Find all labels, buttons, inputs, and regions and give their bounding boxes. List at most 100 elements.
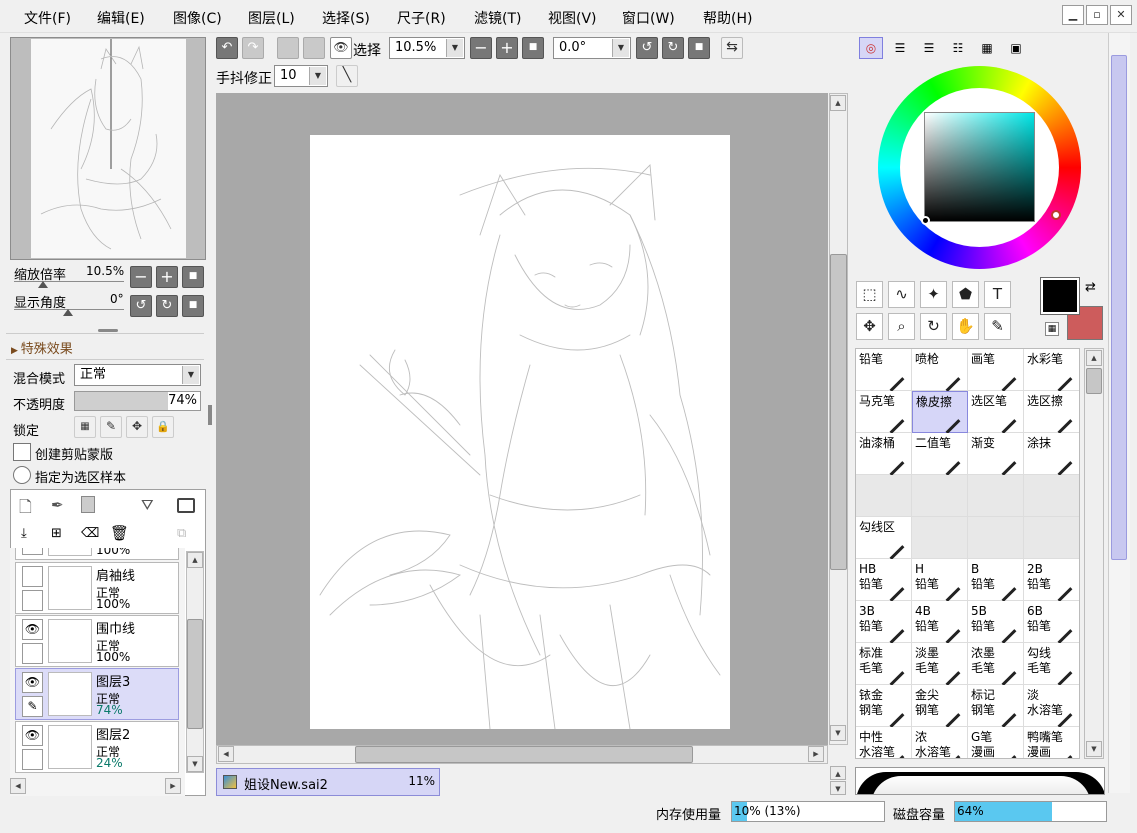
tool-button-move[interactable]: ✥ xyxy=(856,313,883,340)
menu-item-8[interactable]: 窗口(W) xyxy=(622,8,675,28)
effects-header[interactable]: ▶ 特殊效果 xyxy=(11,338,73,357)
brush-slot-empty[interactable] xyxy=(968,475,1024,517)
undo-button[interactable]: ↶ xyxy=(216,37,238,59)
tool-button-rotate[interactable]: ↻ xyxy=(920,313,947,340)
brush-slot[interactable]: 标准 毛笔 xyxy=(856,643,912,686)
right-panel-scrollbar[interactable] xyxy=(1108,33,1130,793)
visibility-toggle[interactable]: 👁 xyxy=(22,672,43,693)
primary-color-swatch[interactable] xyxy=(1040,277,1080,315)
brush-scroll-thumb[interactable] xyxy=(1086,368,1102,394)
brush-scroll-up[interactable]: ▲ xyxy=(1086,350,1102,366)
layer-scroll-thumb[interactable] xyxy=(187,619,203,729)
zoom-combo[interactable]: 10.5% ▼ xyxy=(389,37,465,59)
menu-item-6[interactable]: 滤镜(T) xyxy=(474,8,521,28)
nav-rotate-right-button[interactable]: ↻ xyxy=(156,295,178,317)
brush-slot[interactable]: 选区擦 xyxy=(1024,391,1079,434)
selection-sample-radio[interactable] xyxy=(13,466,31,484)
nav-zoom-out-button[interactable]: − xyxy=(130,266,152,288)
brush-slot[interactable]: 马克笔 xyxy=(856,391,912,434)
color-mode-button-3[interactable]: ☷ xyxy=(946,37,970,59)
color-mode-button-2[interactable]: ☰ xyxy=(917,37,941,59)
menu-item-3[interactable]: 图层(L) xyxy=(248,8,295,28)
brush-slot[interactable]: 勾线区 xyxy=(856,517,912,560)
clear-layer-button[interactable]: ⌫ xyxy=(81,526,99,541)
brush-slot[interactable]: 铅笔 xyxy=(856,349,912,392)
menu-item-4[interactable]: 选择(S) xyxy=(322,8,370,28)
layer-edit-indicator[interactable] xyxy=(22,590,43,611)
layer-row[interactable]: 👁 ✎ 图层3 正常 74% xyxy=(15,668,179,720)
tool-button-hand[interactable]: ✋ xyxy=(952,313,979,340)
menu-item-9[interactable]: 帮助(H) xyxy=(703,8,752,28)
minimize-button[interactable]: ▁ xyxy=(1062,5,1084,25)
brush-slot[interactable]: 4B 铅笔 xyxy=(912,601,968,644)
brush-slot[interactable]: 涂抹 xyxy=(1024,433,1079,476)
brush-slot[interactable]: 铱金 钢笔 xyxy=(856,685,912,728)
brush-slot[interactable]: 浓墨 毛笔 xyxy=(968,643,1024,686)
layer-row[interactable]: 肩袖线 正常 100% xyxy=(15,562,179,614)
apply-mask-button[interactable] xyxy=(177,498,195,513)
menu-item-2[interactable]: 图像(C) xyxy=(173,8,222,28)
brush-slot[interactable]: 油漆桶 xyxy=(856,433,912,476)
canvas-scroll-down[interactable]: ▼ xyxy=(830,725,846,741)
layer-row[interactable]: 👁 围巾线 正常 100% xyxy=(15,615,179,667)
nav-zoom-reset-button[interactable]: ■ xyxy=(182,266,204,288)
swap-colors-button[interactable]: ⇄ xyxy=(1085,280,1096,295)
brush-slot-empty[interactable] xyxy=(1024,517,1079,559)
brush-slot[interactable]: 标记 钢笔 xyxy=(968,685,1024,728)
tabs-scroll-up[interactable]: ▲ xyxy=(830,766,846,780)
brush-slot-empty[interactable] xyxy=(912,475,968,517)
layer-edit-indicator[interactable] xyxy=(22,749,43,770)
canvas-hscroll-thumb[interactable] xyxy=(355,746,693,763)
scroll-down-button[interactable]: ▼ xyxy=(187,756,203,772)
brush-slot[interactable]: 鸭嘴笔 漫画 xyxy=(1024,727,1079,758)
brush-slot[interactable]: 渐变 xyxy=(968,433,1024,476)
tool-button-lasso[interactable]: ∿ xyxy=(888,281,915,308)
merge-visible-button[interactable]: ⊞ xyxy=(51,526,62,541)
hue-picker-handle[interactable] xyxy=(1051,210,1061,220)
brush-slot[interactable]: 画笔 xyxy=(968,349,1024,392)
canvas-area[interactable] xyxy=(216,93,828,745)
brush-slot[interactable]: 淡墨 毛笔 xyxy=(912,643,968,686)
brush-slot[interactable]: 橡皮擦 xyxy=(912,391,968,434)
rotation-combo[interactable]: 0.0° ▼ xyxy=(553,37,631,59)
brush-slot[interactable]: 水彩笔 xyxy=(1024,349,1079,392)
layer-list[interactable]: 100% 肩袖线 正常 100% 👁 围巾线 正常 100% 👁 ✎ 图层3 正常 74% 👁 图层2 正常… xyxy=(10,548,185,796)
visibility-toggle[interactable] xyxy=(22,566,43,587)
right-panel-scroll-thumb[interactable] xyxy=(1111,55,1127,560)
brush-scroll-down[interactable]: ▼ xyxy=(1086,741,1102,757)
invert-select-button[interactable] xyxy=(303,37,325,59)
brush-slot[interactable]: 5B 铅笔 xyxy=(968,601,1024,644)
brush-slot[interactable]: B 铅笔 xyxy=(968,559,1024,602)
canvas-scroll-up[interactable]: ▲ xyxy=(830,95,846,111)
visibility-toggle[interactable]: 👁 xyxy=(22,619,43,640)
brush-slot[interactable]: 3B 铅笔 xyxy=(856,601,912,644)
menu-item-1[interactable]: 编辑(E) xyxy=(97,8,145,28)
brush-slot-empty[interactable] xyxy=(1024,475,1079,517)
tool-button-zoom[interactable]: ⌕ xyxy=(888,313,915,340)
nav-rotate-reset-button[interactable]: ■ xyxy=(182,295,204,317)
zoom-reset-button[interactable]: ■ xyxy=(522,37,544,59)
layer-row-partial[interactable]: 100% xyxy=(15,548,179,560)
canvas-paper[interactable] xyxy=(310,135,730,730)
merge-down-button[interactable]: ⤓ xyxy=(21,526,27,541)
nav-rotate-left-button[interactable]: ↺ xyxy=(130,295,152,317)
visibility-toggle[interactable]: 👁 xyxy=(22,725,43,746)
tool-button-text[interactable]: T xyxy=(984,281,1011,308)
menu-item-7[interactable]: 视图(V) xyxy=(548,8,597,28)
brush-slot[interactable]: 2B 铅笔 xyxy=(1024,559,1079,602)
zoom-slider-handle[interactable] xyxy=(38,281,48,288)
opacity-slider[interactable]: 74% xyxy=(74,391,201,411)
stabilizer-combo[interactable]: 10 ▼ xyxy=(274,65,328,87)
brush-slot[interactable]: 中性 水溶笔 xyxy=(856,727,912,758)
tool-button-shape[interactable]: ⬟ xyxy=(952,281,979,308)
tabs-scroll-down[interactable]: ▼ xyxy=(830,781,846,795)
brush-slot[interactable]: 选区笔 xyxy=(968,391,1024,434)
scroll-right-button[interactable]: ▶ xyxy=(165,778,181,794)
visibility-toggle[interactable] xyxy=(22,548,43,555)
flip-button[interactable]: ⇆ xyxy=(721,37,743,59)
brush-slot[interactable]: 淡水溶笔 xyxy=(1024,685,1079,728)
clip-mask-checkbox[interactable] xyxy=(13,443,31,461)
canvas-scroll-right[interactable]: ▶ xyxy=(808,746,824,762)
brush-slot[interactable]: 浓水溶笔 xyxy=(912,727,968,758)
color-mode-button-1[interactable]: ☰ xyxy=(888,37,912,59)
